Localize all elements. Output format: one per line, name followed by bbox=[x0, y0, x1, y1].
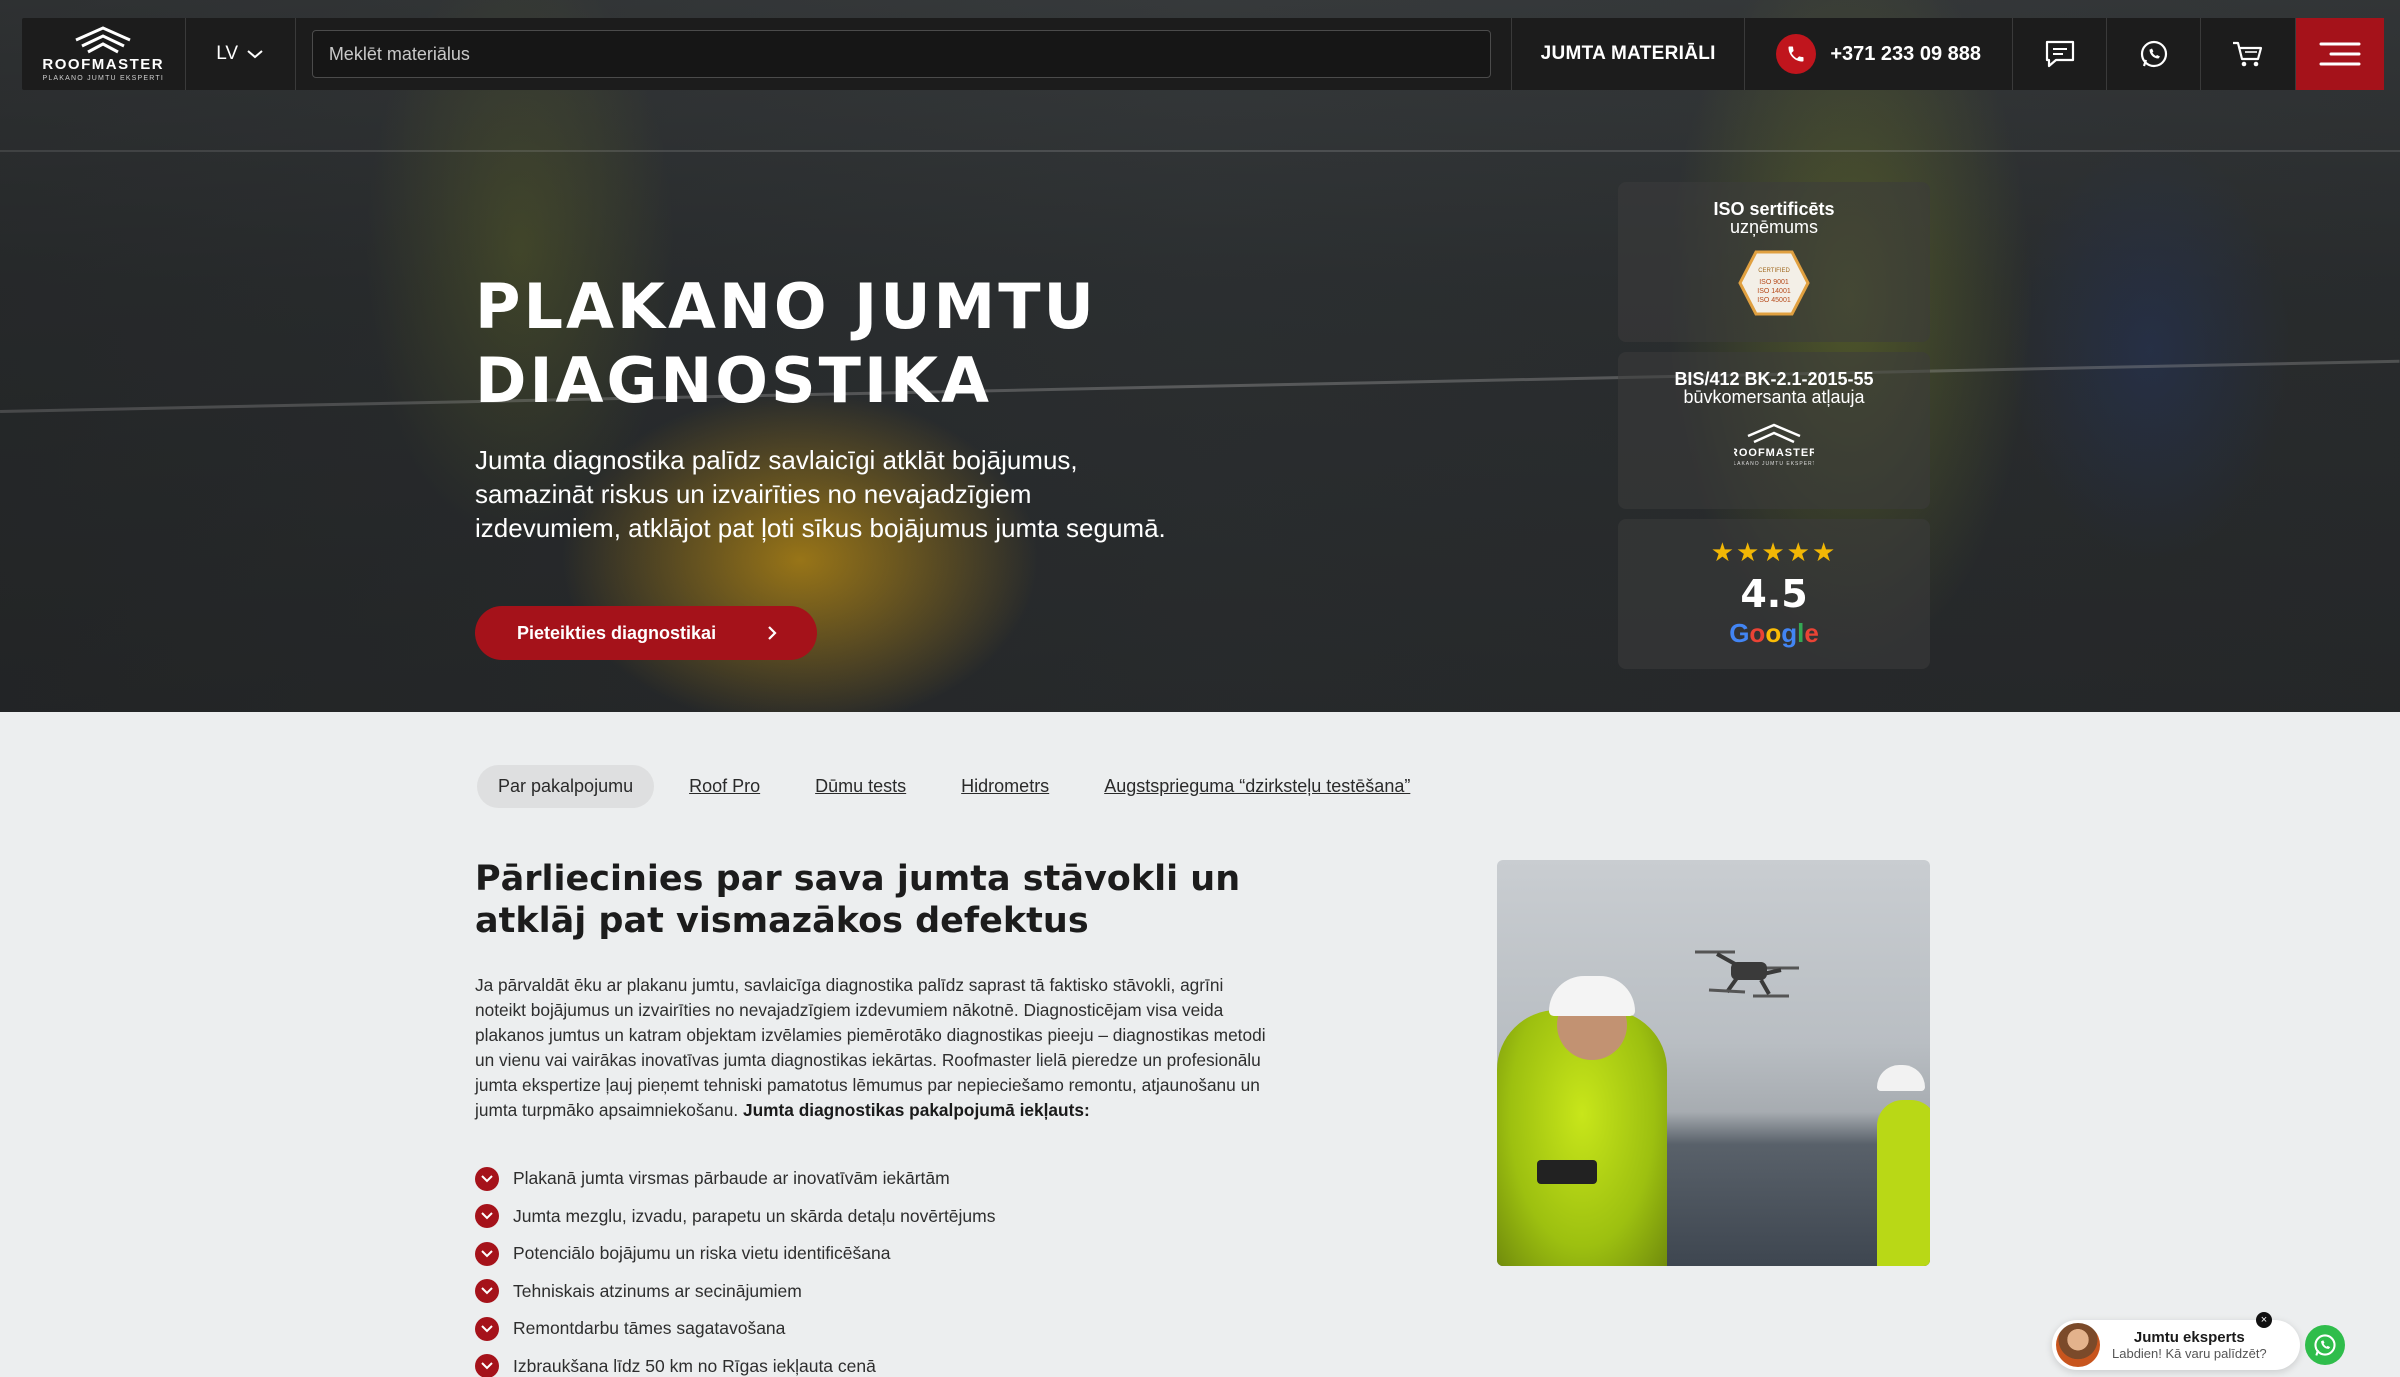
chevron-down-icon bbox=[247, 50, 263, 59]
list-item-text: Plakanā jumta virsmas pārbaude ar inovat… bbox=[513, 1168, 950, 1189]
search-area bbox=[296, 18, 1513, 90]
list-item: Plakanā jumta virsmas pārbaude ar inovat… bbox=[475, 1160, 996, 1198]
google-rating-badge: ★★★★★ 4.5 Google bbox=[1618, 519, 1930, 669]
chat-button[interactable] bbox=[2013, 18, 2108, 90]
whatsapp-icon bbox=[2140, 40, 2168, 68]
list-item: Remontdarbu tāmes sagatavošana bbox=[475, 1310, 996, 1348]
top-navbar: ROOFMASTER PLAKANO JUMTU EKSPERTI LV JUM… bbox=[22, 18, 2385, 90]
iso-seal-standard-2: ISO 14001 bbox=[1757, 288, 1791, 295]
whatsapp-float-button[interactable] bbox=[2305, 1325, 2345, 1365]
hamburger-menu-icon bbox=[2319, 42, 2361, 66]
tab-par-pakalpojumu[interactable]: Par pakalpojumu bbox=[477, 765, 655, 808]
language-label: LV bbox=[216, 43, 239, 64]
menu-button[interactable] bbox=[2295, 18, 2385, 90]
chat-icon bbox=[2045, 40, 2074, 68]
language-selector[interactable]: LV bbox=[186, 18, 296, 90]
tab-roof-pro[interactable]: Roof Pro bbox=[689, 776, 760, 797]
rating-value: 4.5 bbox=[1740, 572, 1808, 616]
phone-number: +371 233 09 888 bbox=[1830, 42, 1982, 65]
iso-subtitle: uzņēmums bbox=[1729, 217, 1819, 237]
check-icon bbox=[475, 1354, 499, 1377]
list-item-text: Tehniskais atzinums ar secinājumiem bbox=[513, 1280, 802, 1301]
section-paragraph-text: Ja pārvaldāt ēku ar plakanu jumtu, savla… bbox=[475, 975, 1266, 1120]
chat-widget-subtitle: Labdien! Kā varu palīdzēt? bbox=[2112, 1346, 2267, 1361]
trust-badges: ISO sertificēts uzņēmums CERTIFIED ISO 9… bbox=[1618, 182, 1930, 679]
list-item: Jumta mezglu, izvadu, parapetu un skārda… bbox=[475, 1198, 996, 1236]
hero-title-line2: DIAGNOSTIKA bbox=[475, 344, 993, 417]
iso-seal-label: CERTIFIED bbox=[1758, 268, 1790, 274]
materials-link[interactable]: JUMTA MATERIĀLI bbox=[1512, 18, 1746, 90]
list-item: Tehniskais atzinums ar secinājumiem bbox=[475, 1273, 996, 1311]
chat-widget-title: Jumtu eksperts bbox=[2133, 1329, 2245, 1346]
tab-dumu-tests[interactable]: Dūmu tests bbox=[815, 776, 906, 797]
hero-section: ROOFMASTER PLAKANO JUMTU EKSPERTI LV JUM… bbox=[0, 0, 2400, 712]
badge-logo-tagline: PLAKANO JUMTU EKSPERTI bbox=[1734, 461, 1814, 467]
roof-logo-icon bbox=[75, 26, 131, 54]
hero-title: PLAKANO JUMTU DIAGNOSTIKA bbox=[475, 270, 1175, 418]
iso-seal-standard-3: ISO 45001 bbox=[1757, 297, 1791, 304]
cart-button[interactable] bbox=[2201, 18, 2296, 90]
badge-logo-name: ROOFMASTER bbox=[1734, 447, 1814, 459]
included-services-list: Plakanā jumta virsmas pārbaude ar inovat… bbox=[475, 1160, 996, 1377]
list-item-text: Remontdarbu tāmes sagatavošana bbox=[513, 1318, 786, 1339]
whatsapp-icon bbox=[2314, 1334, 2336, 1356]
photo-helmet bbox=[1549, 976, 1635, 1016]
hero-title-line1: PLAKANO JUMTU bbox=[475, 270, 1097, 343]
search-input[interactable] bbox=[311, 30, 1492, 78]
list-item-text: Jumta mezglu, izvadu, parapetu un skārda… bbox=[513, 1205, 996, 1226]
check-icon bbox=[475, 1241, 499, 1266]
logo-name: ROOFMASTER bbox=[42, 56, 165, 73]
iso-title: ISO sertificēts bbox=[1713, 199, 1835, 219]
iso-badge: ISO sertificēts uzņēmums CERTIFIED ISO 9… bbox=[1618, 182, 1930, 342]
rating-stars-icon: ★★★★★ bbox=[1710, 537, 1838, 567]
tab-hidrometrs[interactable]: Hidrometrs bbox=[961, 776, 1049, 797]
tab-augstsprieguma-testesana[interactable]: Augstsprieguma “dzirksteļu testēšana” bbox=[1104, 776, 1410, 797]
photo-worker-2 bbox=[1877, 1100, 1930, 1266]
permit-title: BIS/412 BK-2.1-2015-55 bbox=[1674, 369, 1874, 389]
chat-widget-text: Jumtu eksperts Labdien! Kā varu palīdzēt… bbox=[2112, 1329, 2267, 1361]
phone-icon bbox=[1776, 34, 1817, 74]
section-heading: Pārliecinies par sava jumta stāvokli un … bbox=[475, 859, 1241, 941]
chevron-right-icon bbox=[768, 626, 777, 640]
google-logo: Google bbox=[1618, 618, 1930, 649]
check-icon bbox=[475, 1204, 499, 1229]
service-tabs: Par pakalpojumu Roof Pro Dūmu tests Hidr… bbox=[477, 765, 1465, 808]
list-item: Izbraukšana līdz 50 km no Rīgas iekļauta… bbox=[475, 1348, 996, 1377]
photo-controller bbox=[1537, 1160, 1597, 1184]
section-paragraph: Ja pārvaldāt ēku ar plakanu jumtu, savla… bbox=[475, 973, 1275, 1123]
section-paragraph-bold: Jumta diagnostikas pakalpojumā iekļauts: bbox=[743, 1100, 1090, 1120]
check-icon bbox=[475, 1166, 499, 1191]
drone-icon bbox=[1695, 950, 1799, 998]
site-logo[interactable]: ROOFMASTER PLAKANO JUMTU EKSPERTI bbox=[22, 18, 186, 90]
list-item-text: Potenciālo bojājumu un riska vietu ident… bbox=[513, 1243, 891, 1264]
drone-inspection-photo bbox=[1497, 860, 1930, 1266]
cart-icon bbox=[2233, 41, 2263, 67]
google-logo-text: Google bbox=[1729, 618, 1819, 648]
roofmaster-badge-logo-icon: ROOFMASTER PLAKANO JUMTU EKSPERTI bbox=[1729, 423, 1818, 467]
photo-helmet-2 bbox=[1877, 1065, 1925, 1091]
check-icon bbox=[475, 1316, 499, 1341]
check-icon bbox=[475, 1279, 499, 1304]
avatar bbox=[2056, 1323, 2100, 1367]
iso-certificate-icon: CERTIFIED ISO 9001 ISO 14001 ISO 45001 bbox=[1738, 250, 1810, 316]
apply-diagnostics-label: Pieteikties diagnostikai bbox=[517, 622, 717, 643]
apply-diagnostics-button[interactable]: Pieteikties diagnostikai bbox=[475, 606, 817, 660]
permit-badge: BIS/412 BK-2.1-2015-55 būvkomersanta atļ… bbox=[1618, 352, 1930, 509]
hero-description: Jumta diagnostika palīdz savlaicīgi atkl… bbox=[475, 445, 1166, 543]
phone-link[interactable]: +371 233 09 888 bbox=[1745, 18, 2014, 90]
whatsapp-button[interactable] bbox=[2107, 18, 2202, 90]
list-item-text: Izbraukšana līdz 50 km no Rīgas iekļauta… bbox=[513, 1355, 876, 1376]
list-item: Potenciālo bojājumu un riska vietu ident… bbox=[475, 1235, 996, 1273]
close-icon[interactable]: × bbox=[2256, 1312, 2272, 1328]
iso-seal-standard-1: ISO 9001 bbox=[1759, 279, 1789, 286]
permit-subtitle: būvkomersanta atļauja bbox=[1683, 387, 1865, 407]
logo-tagline: PLAKANO JUMTU EKSPERTI bbox=[42, 75, 165, 82]
